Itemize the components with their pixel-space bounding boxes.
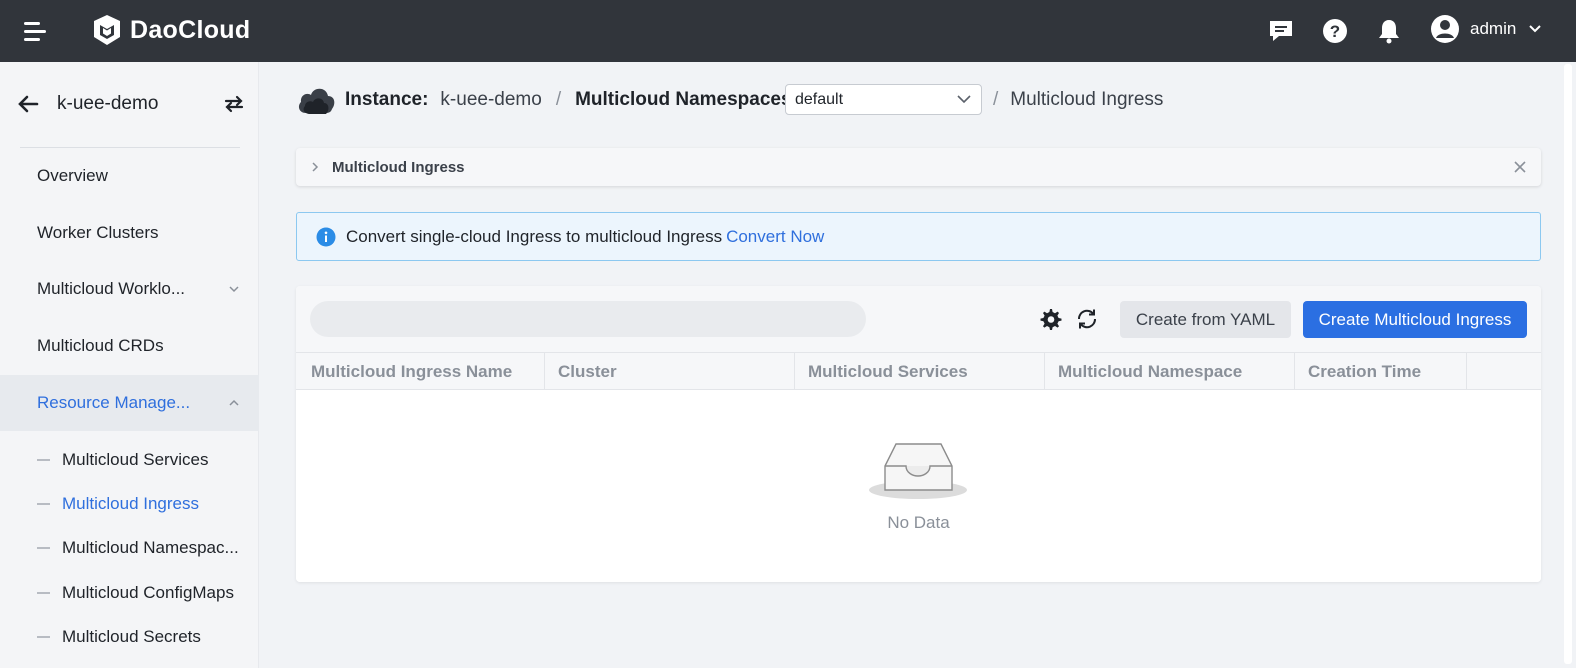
svg-text:?: ? (1330, 22, 1340, 41)
sidebar-subitem-multicloud-namespaces[interactable]: Multicloud Namespac... (0, 526, 259, 570)
sidebar-item-resource-management[interactable]: Resource Manage... (0, 375, 259, 431)
column-header-namespace[interactable]: Multicloud Namespace (1045, 353, 1295, 390)
breadcrumb-instance[interactable]: k-uee-demo (440, 89, 541, 111)
sidebar-subitem-label: Multicloud ConfigMaps (62, 583, 234, 602)
info-alert: Convert single-cloud Ingress to multiclo… (296, 212, 1541, 261)
sidebar-subitem-multicloud-secrets[interactable]: Multicloud Secrets (0, 615, 259, 659)
column-header-actions (1467, 353, 1541, 390)
user-menu[interactable]: admin (1430, 14, 1542, 44)
ingress-table-panel: Create from YAML Create Multicloud Ingre… (296, 286, 1541, 582)
breadcrumb: Instance: k-uee-demo / Multicloud Namesp… (296, 82, 798, 118)
sidebar-item-label: Worker Clusters (37, 223, 159, 242)
cloud-icon (298, 88, 335, 114)
breadcrumb-separator: / (555, 89, 562, 110)
dash-icon (37, 547, 50, 549)
breadcrumb-instance-label: Instance: (345, 89, 429, 110)
page-scrollbar-thumb[interactable] (1564, 64, 1572, 664)
dash-icon (37, 503, 50, 505)
chevron-up-icon (229, 399, 239, 406)
dash-icon (37, 459, 50, 461)
sidebar-item-label: Overview (37, 166, 108, 185)
logo[interactable]: DaoCloud (90, 13, 250, 47)
user-name: admin (1470, 19, 1517, 38)
dash-icon (37, 636, 50, 638)
brand-name: DaoCloud (130, 15, 251, 44)
info-icon (316, 227, 336, 246)
table-header: Multicloud Ingress Name Cluster Multiclo… (296, 352, 1541, 390)
column-header-creation-time[interactable]: Creation Time (1295, 353, 1467, 390)
breadcrumb-namespace-label: Multicloud Namespaces: (575, 89, 798, 110)
dash-icon (37, 592, 50, 594)
sidebar-subitem-label: Multicloud Secrets (62, 627, 201, 646)
chevron-down-icon (229, 286, 239, 293)
create-multicloud-ingress-button[interactable]: Create Multicloud Ingress (1303, 301, 1527, 338)
convert-now-link[interactable]: Convert Now (726, 227, 824, 247)
alert-text: Convert single-cloud Ingress to multiclo… (346, 226, 723, 246)
collapse-panel-title: Multicloud Ingress (332, 158, 465, 176)
collapse-panel[interactable]: Multicloud Ingress (296, 148, 1541, 186)
sidebar-subitem-label: Multicloud Ingress (62, 494, 200, 513)
search-input[interactable] (310, 301, 866, 337)
namespace-select-value: default (795, 90, 844, 108)
sidebar-item-worker-clusters[interactable]: Worker Clusters (0, 205, 259, 261)
empty-inbox-icon (869, 443, 967, 499)
sidebar-subitem-label: Multicloud Namespac... (62, 538, 239, 557)
breadcrumb-separator: / (993, 89, 999, 110)
empty-state: No Data (296, 390, 1541, 582)
chevron-down-icon (1529, 25, 1542, 33)
sidebar-item-label: Multicloud CRDs (37, 336, 164, 355)
column-header-cluster[interactable]: Cluster (545, 353, 795, 390)
column-header-name[interactable]: Multicloud Ingress Name (296, 353, 545, 390)
column-header-services[interactable]: Multicloud Services (795, 353, 1045, 390)
bell-icon[interactable] (1375, 17, 1403, 45)
create-from-yaml-button[interactable]: Create from YAML (1120, 301, 1291, 338)
sidebar-item-multicloud-workloads[interactable]: Multicloud Worklo... (0, 261, 259, 317)
breadcrumb-current: Multicloud Ingress (1010, 89, 1164, 110)
sidebar-subitem-label: Multicloud Services (62, 450, 209, 469)
sidebar-item-label: Multicloud Worklo... (37, 279, 186, 298)
help-icon[interactable]: ? (1321, 17, 1349, 45)
sidebar-item-multicloud-crds[interactable]: Multicloud CRDs (0, 318, 259, 374)
sidebar-subitem-multicloud-services[interactable]: Multicloud Services (0, 438, 259, 482)
sidebar: k-uee-demo Overview Worker Clusters Mult… (0, 62, 259, 668)
sidebar-subitem-multicloud-ingress[interactable]: Multicloud Ingress (0, 482, 259, 526)
instance-title: k-uee-demo (57, 93, 159, 114)
sidebar-header: k-uee-demo (0, 62, 259, 148)
refresh-icon[interactable] (1075, 307, 1099, 331)
sidebar-item-overview[interactable]: Overview (0, 148, 259, 204)
menu-icon[interactable] (24, 20, 48, 42)
breadcrumb-tail: / Multicloud Ingress (993, 82, 1163, 118)
top-bar: DaoCloud ? admin (0, 0, 1576, 62)
sidebar-subitem-multicloud-configmaps[interactable]: Multicloud ConfigMaps (0, 571, 259, 615)
close-icon[interactable] (1514, 161, 1526, 173)
avatar-icon (1431, 15, 1459, 43)
gear-icon[interactable] (1038, 307, 1062, 331)
table-toolbar: Create from YAML Create Multicloud Ingre… (296, 286, 1541, 352)
chevron-right-icon (312, 162, 319, 172)
back-arrow-icon[interactable] (16, 92, 40, 116)
daocloud-logo-icon (94, 15, 120, 45)
message-icon[interactable] (1267, 17, 1295, 45)
sidebar-item-label: Resource Manage... (37, 393, 191, 412)
chevron-down-icon (957, 95, 971, 104)
empty-state-text: No Data (887, 513, 950, 532)
namespace-select[interactable]: default (785, 84, 982, 115)
switch-instance-icon[interactable] (222, 92, 246, 116)
